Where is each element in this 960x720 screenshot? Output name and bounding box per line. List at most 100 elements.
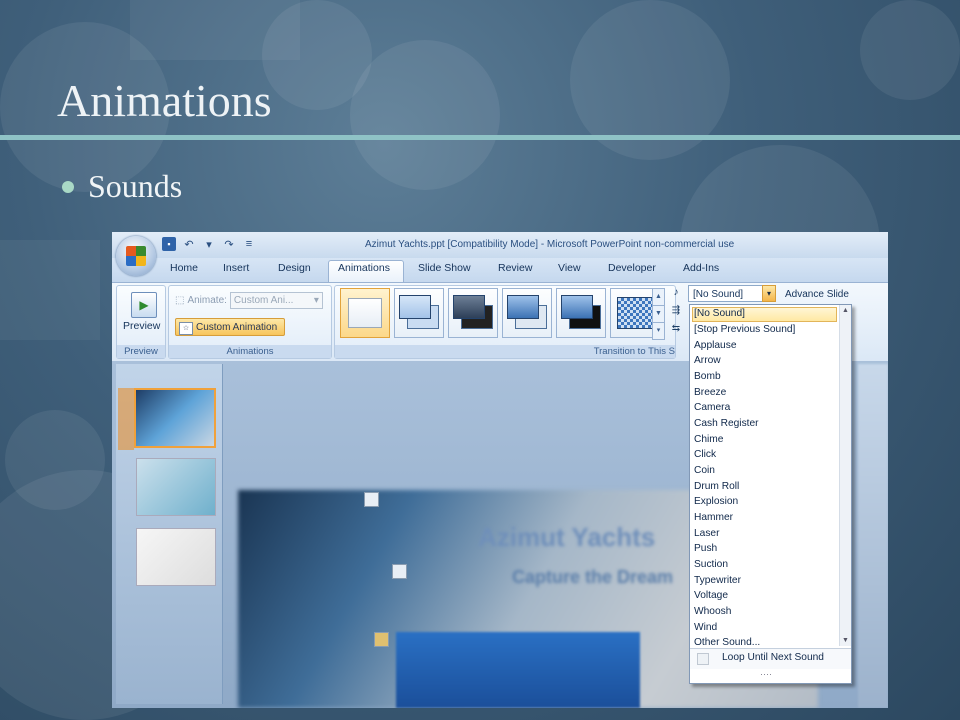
preview-group-label: Preview <box>117 345 165 358</box>
window-title: Azimut Yachts.ppt [Compatibility Mode] -… <box>365 239 735 250</box>
canvas-title: Azimut Yachts <box>478 522 656 552</box>
sound-option[interactable]: Suction <box>694 557 728 572</box>
custom-animation-button[interactable]: ☆ Custom Animation <box>175 318 285 336</box>
selected-slide-marker <box>118 388 134 450</box>
title-rule <box>0 135 960 140</box>
sound-option[interactable]: Typewriter <box>694 573 741 588</box>
sound-option[interactable]: Voltage <box>694 588 728 603</box>
transition-none-thumb[interactable] <box>340 288 390 338</box>
customize-toolbar-icon[interactable]: ≡ <box>242 237 256 251</box>
sound-option[interactable]: Whoosh <box>694 604 731 619</box>
sound-option[interactable]: Coin <box>694 463 715 478</box>
custom-animation-icon: ☆ <box>179 322 193 335</box>
bullet-dot <box>62 180 74 193</box>
bg-square <box>0 240 100 340</box>
quick-access-toolbar: ▪ ↶ ▾ ↷ ≡ <box>162 237 256 251</box>
sound-option[interactable]: [No Sound] <box>694 306 745 321</box>
chevron-down-icon: ▾ <box>313 295 319 306</box>
sound-dropdown-list: [No Sound] [Stop Previous Sound] Applaus… <box>689 304 852 684</box>
slide-title: Animations <box>57 75 272 126</box>
resize-handle[interactable] <box>374 632 389 647</box>
sound-option[interactable]: [Stop Previous Sound] <box>694 322 795 337</box>
undo-icon[interactable]: ↶ <box>182 237 196 251</box>
sound-option[interactable]: Breeze <box>694 385 726 400</box>
redo-icon[interactable]: ↷ <box>222 237 236 251</box>
preview-icon[interactable]: ▶ <box>131 292 157 318</box>
preview-group: ▶ Preview Preview <box>116 285 166 359</box>
slide-thumbnail[interactable] <box>136 458 216 516</box>
tab-view[interactable]: View <box>558 262 581 274</box>
checker-icon <box>617 297 653 329</box>
right-pane <box>858 364 888 708</box>
bg-bubble <box>350 40 500 190</box>
gallery-more-button[interactable]: ▾ <box>652 322 665 340</box>
transition-cut-thumb[interactable] <box>502 288 552 338</box>
sound-option[interactable]: Arrow <box>694 353 721 368</box>
transition-fade-through-black-thumb[interactable] <box>448 288 498 338</box>
sound-option[interactable]: Cash Register <box>694 416 759 431</box>
sound-dropdown-button[interactable]: ▾ <box>762 285 776 302</box>
sound-option[interactable]: Bomb <box>694 369 721 384</box>
slide-front-icon <box>507 295 539 319</box>
animate-select-value: Custom Ani... <box>233 295 294 306</box>
office-button[interactable] <box>116 236 156 276</box>
office-logo-icon <box>126 246 146 266</box>
sound-option[interactable]: Explosion <box>694 494 738 509</box>
loop-checkbox[interactable] <box>697 653 709 665</box>
scroll-up-arrow-icon[interactable]: ▲ <box>840 305 851 316</box>
tab-slide-show[interactable]: Slide Show <box>418 262 471 274</box>
tab-home[interactable]: Home <box>170 262 198 274</box>
canvas-subtitle: Capture the Dream <box>512 567 674 587</box>
advance-slide-label: Advance Slide <box>785 289 849 300</box>
bullet-text: Sounds <box>88 168 183 204</box>
sound-option[interactable]: Hammer <box>694 510 733 525</box>
tab-add-ins[interactable]: Add-Ins <box>683 262 719 274</box>
canvas-blue-shape <box>396 632 640 708</box>
gallery-scroll-down-button[interactable]: ▼ <box>652 305 665 323</box>
list-scrollbar[interactable]: ▲ ▼ <box>839 305 851 646</box>
loop-label: Loop Until Next Sound <box>722 652 824 663</box>
sound-select-value: [No Sound] <box>693 289 744 300</box>
animate-label: Animate: <box>187 295 227 306</box>
transition-fade-smoothly-thumb[interactable] <box>394 288 444 338</box>
tab-animations[interactable]: Animations <box>338 262 390 274</box>
resize-grip-icon[interactable]: ···· <box>760 669 772 679</box>
sound-option[interactable]: Laser <box>694 526 719 541</box>
resize-handle[interactable] <box>392 564 407 579</box>
sound-option[interactable]: Camera <box>694 400 730 415</box>
preview-button-label[interactable]: Preview <box>123 320 160 332</box>
sound-option[interactable]: Push <box>694 541 717 556</box>
apply-to-all-icon[interactable]: ⇆ <box>668 323 684 337</box>
bullet-item: Sounds <box>62 168 182 205</box>
loop-until-next-sound-option[interactable]: Loop Until Next Sound <box>690 648 851 669</box>
slide-thumbnail[interactable] <box>136 528 216 586</box>
transition-speed-icon: ⇶ <box>671 305 681 316</box>
bg-square <box>130 0 300 60</box>
gallery-scroll-up-button[interactable]: ▲ <box>652 288 665 306</box>
animate-select[interactable]: Custom Ani... ▾ <box>229 292 323 309</box>
resize-handle[interactable] <box>364 492 379 507</box>
sound-option[interactable]: Click <box>694 447 716 462</box>
slide-front-icon <box>453 295 485 319</box>
sound-option[interactable]: Drum Roll <box>694 479 739 494</box>
save-icon[interactable]: ▪ <box>162 237 176 251</box>
transition-sound-icon: ♪ <box>673 287 679 298</box>
slide-front-icon <box>399 295 431 319</box>
slide-front-icon <box>561 295 593 319</box>
transition-cut-through-black-thumb[interactable] <box>556 288 606 338</box>
transition-group-label: Transition to This S <box>335 345 675 358</box>
tab-developer[interactable]: Developer <box>608 262 656 274</box>
dropdown-arrow-icon[interactable]: ▾ <box>202 237 216 251</box>
powerpoint-screenshot: ▪ ↶ ▾ ↷ ≡ Azimut Yachts.ppt [Compatibili… <box>112 232 888 708</box>
scroll-down-arrow-icon[interactable]: ▼ <box>840 635 851 646</box>
tab-insert[interactable]: Insert <box>223 262 249 274</box>
tab-review[interactable]: Review <box>498 262 532 274</box>
custom-animation-label: Custom Animation <box>196 322 278 333</box>
animate-row: ⬚ Animate: Custom Ani... ▾ <box>175 292 323 309</box>
tab-design[interactable]: Design <box>278 262 311 274</box>
sound-option[interactable]: Applause <box>694 338 736 353</box>
bg-bubble <box>860 0 960 100</box>
slide-thumbnail[interactable] <box>134 388 216 448</box>
sound-option[interactable]: Chime <box>694 432 723 447</box>
sound-option[interactable]: Wind <box>694 620 717 635</box>
